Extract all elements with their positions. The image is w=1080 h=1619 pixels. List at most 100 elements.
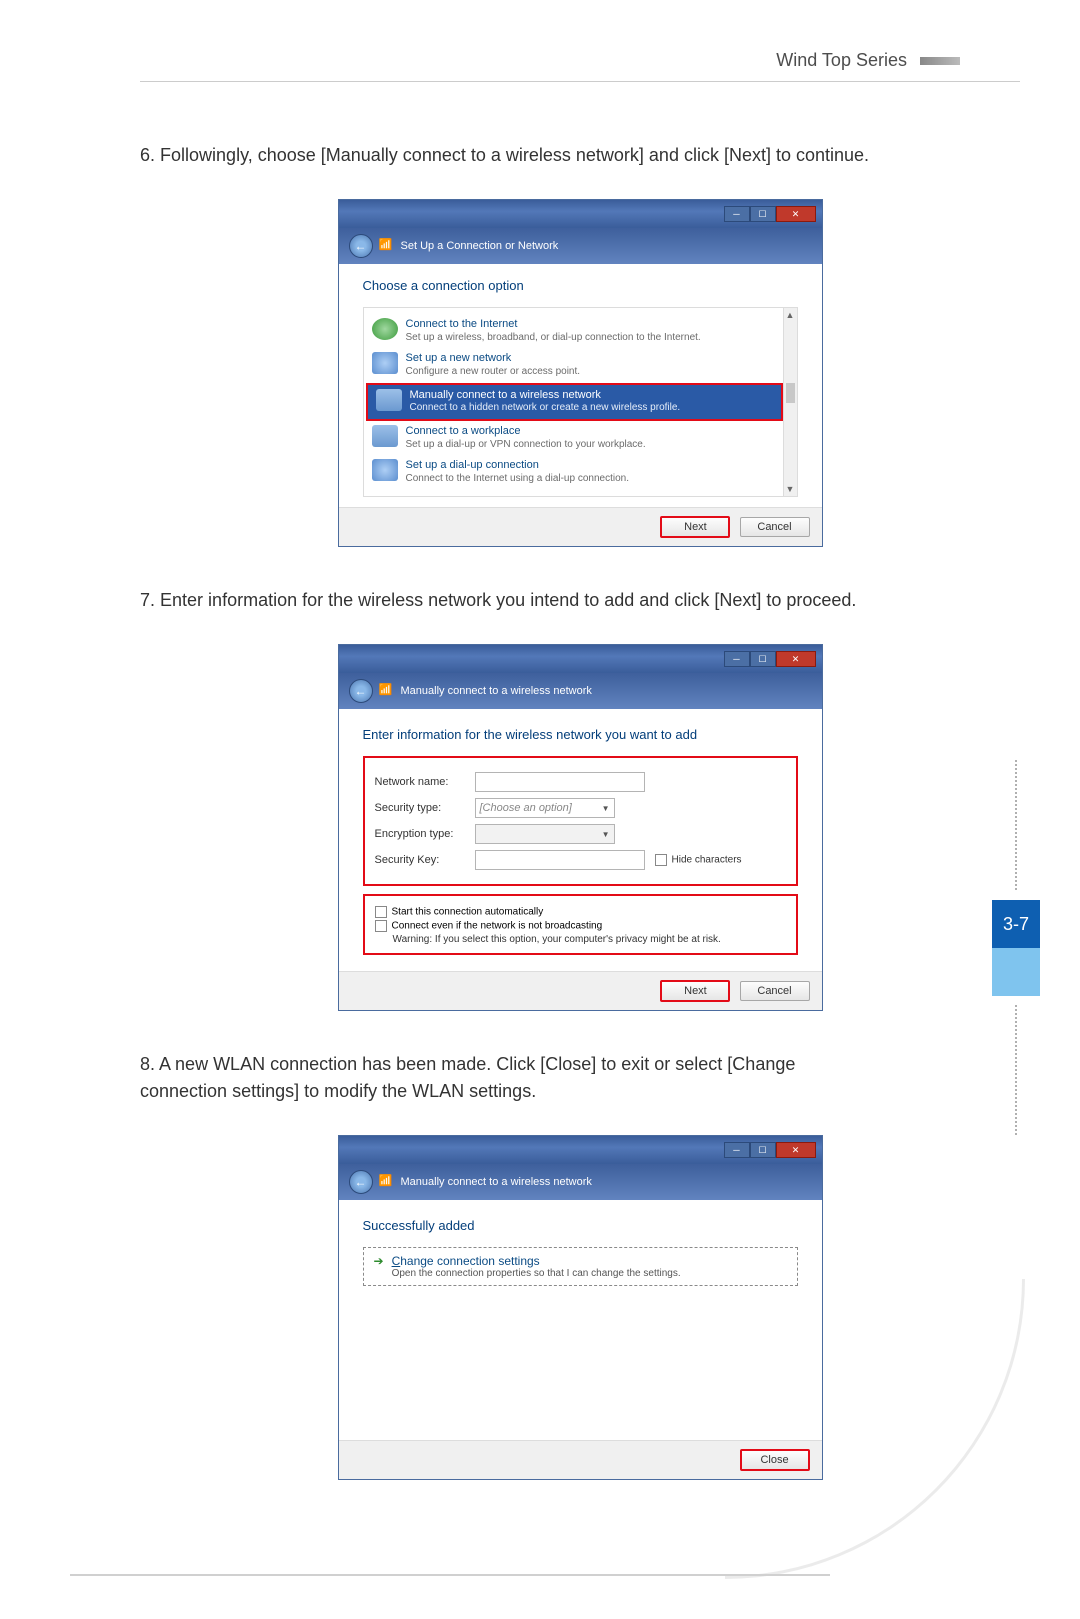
window-controls: ─ ☐ ✕: [724, 206, 816, 222]
highlight-fields: Network name: Security type: [Choose an …: [363, 756, 798, 886]
maximize-button[interactable]: ☐: [750, 651, 776, 667]
change-settings-link[interactable]: ➔ Change connection settings Open the co…: [363, 1247, 798, 1286]
back-button[interactable]: ←: [349, 234, 373, 258]
close-button[interactable]: ✕: [776, 206, 816, 222]
option-desc: Connect to the Internet using a dial-up …: [406, 473, 629, 486]
row-network-name: Network name:: [375, 772, 786, 792]
option-connect-internet[interactable]: Connect to the Internet Set up a wireles…: [364, 314, 797, 348]
chevron-down-icon: ▼: [602, 830, 610, 839]
wizard-title: Manually connect to a wireless network: [401, 685, 592, 697]
option-title: Connect to the Internet: [406, 318, 701, 332]
wireless-icon: [376, 389, 402, 411]
label-network-name: Network name:: [375, 776, 475, 788]
cancel-button[interactable]: Cancel: [740, 981, 810, 1001]
step-7-text: Enter information for the wireless netwo…: [160, 590, 856, 610]
series-title: Wind Top Series: [776, 50, 907, 70]
connection-option-list: Connect to the Internet Set up a wireles…: [363, 307, 798, 497]
option-workplace[interactable]: Connect to a workplace Set up a dial-up …: [364, 421, 797, 455]
header-bar-icon: [920, 57, 960, 65]
label-encryption-type: Encryption type:: [375, 828, 475, 840]
wizard-header: ← 📶 Manually connect to a wireless netwo…: [339, 673, 822, 709]
workplace-icon: [372, 425, 398, 447]
encryption-type-select[interactable]: ▼: [475, 824, 615, 844]
button-row: Next Cancel: [339, 971, 822, 1010]
security-key-input[interactable]: [475, 850, 645, 870]
instruction-text: Choose a connection option: [363, 278, 798, 293]
maximize-button[interactable]: ☐: [750, 1142, 776, 1158]
scrollbar[interactable]: ▲ ▼: [783, 308, 797, 496]
check-hidden-network[interactable]: Connect even if the network is not broad…: [375, 920, 786, 932]
checkbox-icon: [655, 854, 667, 866]
option-desc: Connect to a hidden network or create a …: [410, 402, 681, 415]
back-button[interactable]: ←: [349, 679, 373, 703]
minimize-button[interactable]: ─: [724, 206, 750, 222]
network-name-input[interactable]: [475, 772, 645, 792]
wizard-header: ← 📶 Manually connect to a wireless netwo…: [339, 1164, 822, 1200]
window-titlebar: ─ ☐ ✕: [339, 1136, 822, 1164]
step-6-text: Followingly, choose [Manually connect to…: [160, 145, 869, 165]
option-desc: Set up a wireless, broadband, or dial-up…: [406, 332, 701, 345]
option-manual-wireless[interactable]: Manually connect to a wireless network C…: [366, 383, 783, 421]
close-button-action[interactable]: Close: [740, 1449, 810, 1471]
globe-icon: [372, 318, 398, 340]
option-desc: Set up a dial-up or VPN connection to yo…: [406, 439, 646, 452]
step-6: 6. Followingly, choose [Manually connect…: [140, 142, 1020, 169]
highlight-checks: Start this connection automatically Conn…: [363, 894, 798, 955]
cancel-button[interactable]: Cancel: [740, 517, 810, 537]
row-security-type: Security type: [Choose an option] ▼: [375, 798, 786, 818]
minimize-button[interactable]: ─: [724, 1142, 750, 1158]
arrow-right-icon: ➔: [374, 1254, 384, 1268]
checkbox-icon: [375, 906, 387, 918]
window-titlebar: ─ ☐ ✕: [339, 200, 822, 228]
step-7-num: 7.: [140, 590, 155, 610]
scroll-thumb[interactable]: [786, 383, 795, 403]
option-setup-network[interactable]: Set up a new network Configure a new rou…: [364, 348, 797, 382]
label-security-type: Security type:: [375, 802, 475, 814]
footer-rule: [70, 1574, 830, 1576]
chevron-down-icon: ▼: [602, 804, 610, 813]
dotted-line-icon: [1015, 760, 1017, 890]
wizard-title: Set Up a Connection or Network: [401, 240, 559, 252]
step-8-text: A new WLAN connection has been made. Cli…: [140, 1054, 795, 1101]
step-6-num: 6.: [140, 145, 155, 165]
scroll-down-icon[interactable]: ▼: [784, 482, 797, 496]
page-header: Wind Top Series: [0, 0, 1080, 81]
window-controls: ─ ☐ ✕: [724, 1142, 816, 1158]
option-dialup[interactable]: Set up a dial-up connection Connect to t…: [364, 455, 797, 489]
wizard-title: Manually connect to a wireless network: [401, 1176, 592, 1188]
network-icon: 📶: [379, 1174, 395, 1190]
back-button[interactable]: ←: [349, 1170, 373, 1194]
next-button[interactable]: Next: [660, 980, 730, 1002]
checkbox-icon: [375, 920, 387, 932]
maximize-button[interactable]: ☐: [750, 206, 776, 222]
page-number-tab: 3-7: [992, 900, 1040, 948]
next-button[interactable]: Next: [660, 516, 730, 538]
step-8-num: 8.: [140, 1054, 155, 1074]
close-button[interactable]: ✕: [776, 1142, 816, 1158]
row-encryption-type: Encryption type: ▼: [375, 824, 786, 844]
window-titlebar: ─ ☐ ✕: [339, 645, 822, 673]
option-title: Manually connect to a wireless network: [410, 389, 681, 403]
link-title: Change connection settings: [392, 1254, 681, 1268]
option-title: Set up a new network: [406, 352, 581, 366]
option-title: Connect to a workplace: [406, 425, 646, 439]
hide-characters-option[interactable]: Hide characters: [655, 854, 742, 866]
window-controls: ─ ☐ ✕: [724, 651, 816, 667]
minimize-button[interactable]: ─: [724, 651, 750, 667]
screenshot-8: ─ ☐ ✕ ← 📶 Manually connect to a wireless…: [338, 1135, 823, 1480]
dialup-icon: [372, 459, 398, 481]
router-icon: [372, 352, 398, 374]
network-icon: 📶: [379, 238, 395, 254]
close-button[interactable]: ✕: [776, 651, 816, 667]
instruction-text: Enter information for the wireless netwo…: [363, 727, 798, 742]
label-security-key: Security Key:: [375, 854, 475, 866]
option-title: Set up a dial-up connection: [406, 459, 629, 473]
check-auto-connect[interactable]: Start this connection automatically: [375, 906, 786, 918]
option-desc: Configure a new router or access point.: [406, 366, 581, 379]
step-8: 8. A new WLAN connection has been made. …: [140, 1051, 1020, 1105]
security-type-select[interactable]: [Choose an option] ▼: [475, 798, 615, 818]
scroll-up-icon[interactable]: ▲: [784, 308, 797, 322]
wizard-header: ← 📶 Set Up a Connection or Network: [339, 228, 822, 264]
screenshot-7: ─ ☐ ✕ ← 📶 Manually connect to a wireless…: [338, 644, 823, 1011]
page-tab-accent: [992, 948, 1040, 996]
